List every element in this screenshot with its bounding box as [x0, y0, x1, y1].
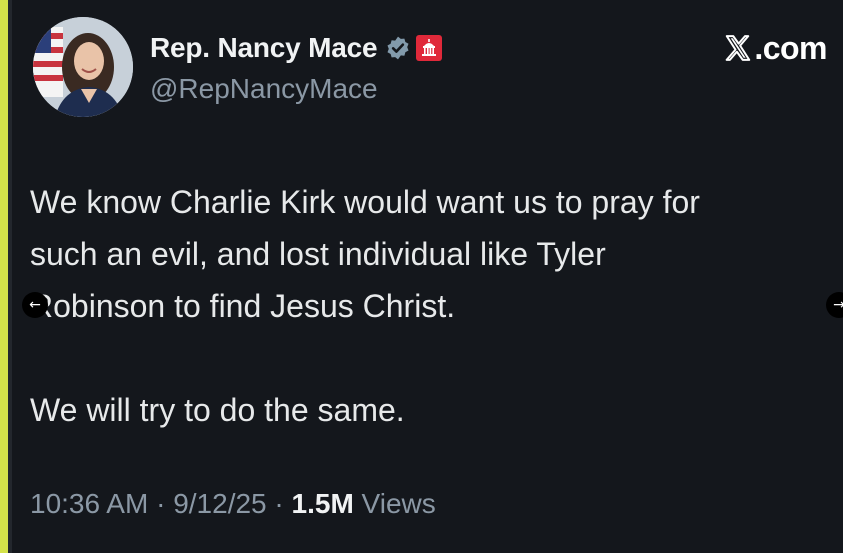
views-count[interactable]: 1.5M: [292, 488, 354, 519]
left-edge-accent: [0, 0, 8, 553]
government-capitol-badge-icon[interactable]: [415, 34, 443, 62]
tweet-metadata: 10:36 AM · 9/12/25 · 1.5M Views: [30, 488, 436, 520]
verified-badge-icon[interactable]: [385, 35, 411, 61]
tweet-line: We will try to do the same.: [30, 392, 405, 428]
avatar[interactable]: [33, 17, 133, 117]
meta-separator: ·: [274, 488, 284, 519]
tweet-time[interactable]: 10:36 AM: [30, 488, 148, 519]
previous-arrow-button[interactable]: ←: [22, 292, 48, 318]
author-handle[interactable]: @RepNancyMace: [150, 73, 378, 105]
site-domain: .com: [754, 29, 827, 66]
author-display-name[interactable]: Rep. Nancy Mace: [150, 32, 378, 64]
views-label: Views: [361, 488, 436, 519]
left-edge-shadow: [8, 0, 12, 553]
tweet-line: We know Charlie Kirk would want us to pr…: [30, 184, 700, 220]
tweet-date[interactable]: 9/12/25: [173, 488, 266, 519]
x-logo-icon: [725, 35, 751, 61]
author-name-row: Rep. Nancy Mace: [150, 30, 443, 66]
site-logo: .com: [723, 29, 827, 67]
tweet-text: We know Charlie Kirk would want us to pr…: [30, 176, 840, 436]
tweet-line: such an evil, and lost individual like T…: [30, 236, 606, 272]
avatar-image: [33, 17, 133, 117]
arrow-left-icon: ←: [29, 297, 41, 313]
meta-separator: ·: [156, 488, 166, 519]
tweet-line: Robinson to find Jesus Christ.: [30, 288, 456, 324]
arrow-right-icon: →: [833, 297, 843, 313]
